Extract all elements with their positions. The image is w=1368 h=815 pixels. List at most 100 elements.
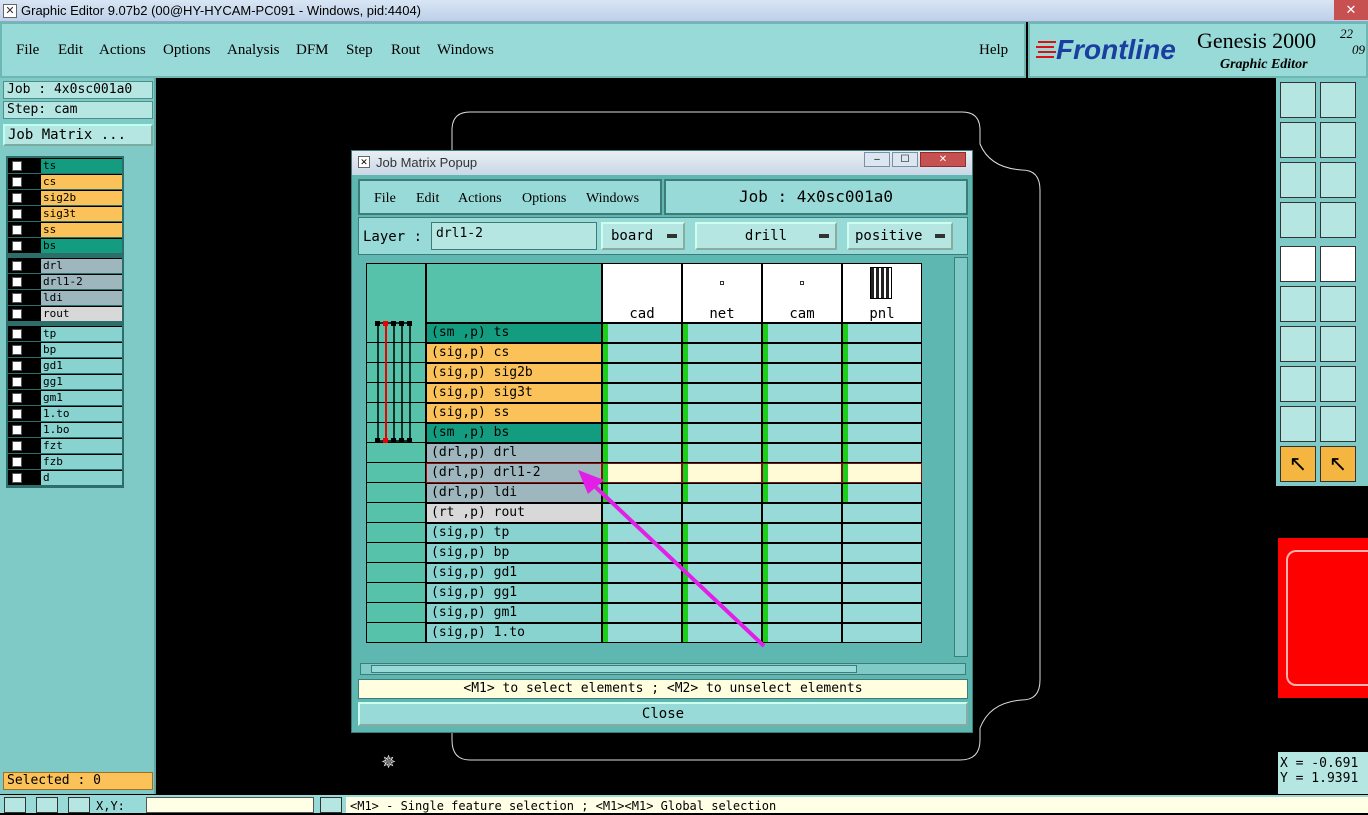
snap-tool-icon[interactable]: [1280, 366, 1316, 402]
layer-checkbox[interactable]: [12, 208, 22, 219]
layer-checkbox[interactable]: [12, 328, 22, 339]
matrix-cell[interactable]: [842, 423, 922, 443]
matrix-cell[interactable]: [842, 463, 922, 483]
layer-row-d[interactable]: d: [8, 470, 122, 486]
matrix-cell[interactable]: [762, 483, 842, 503]
layer-row-sig3t[interactable]: sig3t: [8, 206, 122, 222]
menu-step[interactable]: Step: [346, 42, 373, 59]
layer-row-bs[interactable]: bs: [8, 238, 122, 254]
column-header-cam[interactable]: cam: [762, 263, 842, 323]
matrix-cell[interactable]: [842, 323, 922, 343]
matrix-cell[interactable]: [842, 563, 922, 583]
layer-checkbox[interactable]: [12, 424, 22, 435]
matrix-cell[interactable]: [762, 583, 842, 603]
matrix-cell[interactable]: [602, 383, 682, 403]
status-tool3-icon[interactable]: [68, 797, 90, 813]
matrix-cell[interactable]: [762, 363, 842, 383]
xy-input[interactable]: [146, 797, 314, 813]
layer-name-input[interactable]: drl1-2: [431, 222, 597, 250]
layer-row-tp[interactable]: tp: [8, 326, 122, 342]
popup-menu-edit[interactable]: Edit: [416, 191, 439, 207]
select-pointer-alt-icon[interactable]: ↖: [1320, 446, 1356, 482]
layer-checkbox[interactable]: [12, 360, 22, 371]
zoom-center-icon[interactable]: [1320, 162, 1356, 198]
tool-down-icon[interactable]: [1320, 82, 1356, 118]
close-button[interactable]: Close: [358, 702, 968, 726]
status-tool1-icon[interactable]: [4, 797, 26, 813]
tool-right-icon[interactable]: [1320, 122, 1356, 158]
matrix-cell[interactable]: [682, 383, 762, 403]
column-header-net[interactable]: net: [682, 263, 762, 323]
matrix-cell[interactable]: [842, 583, 922, 603]
horizontal-scrollbar[interactable]: [360, 663, 966, 675]
matrix-cell[interactable]: [842, 503, 922, 523]
matrix-cell[interactable]: [842, 523, 922, 543]
layer-checkbox[interactable]: [12, 276, 22, 287]
popup-menu-windows[interactable]: Windows: [586, 191, 639, 207]
layer-checkbox[interactable]: [12, 408, 22, 419]
matrix-cell[interactable]: [762, 403, 842, 423]
job-matrix-button[interactable]: Job Matrix ...: [3, 124, 153, 146]
layer-checkbox[interactable]: [12, 260, 22, 271]
layer-checkbox[interactable]: [12, 344, 22, 355]
matrix-cell[interactable]: [602, 403, 682, 423]
row-label-2[interactable]: (sig,p) sig2b: [426, 363, 602, 383]
matrix-cell[interactable]: [842, 543, 922, 563]
row-label-6[interactable]: (drl,p) drl: [426, 443, 602, 463]
matrix-cell[interactable]: [602, 323, 682, 343]
matrix-cell[interactable]: [682, 363, 762, 383]
matrix-cell[interactable]: [842, 483, 922, 503]
matrix-cell[interactable]: [762, 463, 842, 483]
layer-row-gg1[interactable]: gg1: [8, 374, 122, 390]
vertical-scrollbar[interactable]: [954, 257, 968, 657]
settings-icon[interactable]: [1280, 202, 1316, 238]
matrix-cell[interactable]: [602, 363, 682, 383]
layer-row-ldi[interactable]: ldi: [8, 290, 122, 306]
line-tool-icon[interactable]: [1320, 326, 1356, 362]
layer-checkbox[interactable]: [12, 472, 22, 483]
layer-checkbox[interactable]: [12, 392, 22, 403]
layer-row-gm1[interactable]: gm1: [8, 390, 122, 406]
popup-menu-options[interactable]: Options: [522, 191, 566, 207]
layer-checkbox[interactable]: [12, 456, 22, 467]
layer-checkbox[interactable]: [12, 376, 22, 387]
matrix-cell[interactable]: [682, 323, 762, 343]
select-pointer-icon[interactable]: ↖: [1280, 446, 1316, 482]
window-close-button[interactable]: ✕: [1334, 0, 1368, 20]
layer-row-fzt[interactable]: fzt: [8, 438, 122, 454]
layer-checkbox[interactable]: [12, 224, 22, 235]
status-tool2-icon[interactable]: [36, 797, 58, 813]
layer-row-ss[interactable]: ss: [8, 222, 122, 238]
layer-row-bp[interactable]: bp: [8, 342, 122, 358]
popup-menu-file[interactable]: File: [374, 191, 396, 207]
layer-checkbox[interactable]: [12, 192, 22, 203]
menu-rout[interactable]: Rout: [391, 42, 420, 59]
layer-row-fzb[interactable]: fzb: [8, 454, 122, 470]
row-label-0[interactable]: (sm ,p) ts: [426, 323, 602, 343]
layer-row-1.to[interactable]: 1.to: [8, 406, 122, 422]
matrix-cell[interactable]: [842, 623, 922, 643]
layer-checkbox[interactable]: [12, 240, 22, 251]
matrix-cell[interactable]: [762, 343, 842, 363]
matrix-cell[interactable]: [682, 443, 762, 463]
matrix-cell[interactable]: [602, 423, 682, 443]
tool-left-icon[interactable]: [1280, 122, 1316, 158]
matrix-cell[interactable]: [842, 603, 922, 623]
matrix-cell[interactable]: [762, 443, 842, 463]
row-label-4[interactable]: (sig,p) ss: [426, 403, 602, 423]
polarity-dropdown[interactable]: positive: [847, 222, 953, 250]
grid-icon[interactable]: [1320, 202, 1356, 238]
menu-help[interactable]: Help: [979, 42, 1008, 59]
matrix-cell[interactable]: [842, 443, 922, 463]
menu-file[interactable]: File: [16, 42, 39, 59]
measure-tool-icon[interactable]: [1320, 366, 1356, 402]
layer-row-cs[interactable]: cs: [8, 174, 122, 190]
matrix-cell[interactable]: [682, 423, 762, 443]
matrix-cell[interactable]: [762, 323, 842, 343]
matrix-cell[interactable]: [842, 383, 922, 403]
layer-row-rout[interactable]: rout: [8, 306, 122, 322]
arrow-tool-icon[interactable]: [1320, 406, 1356, 442]
matrix-cell[interactable]: [762, 423, 842, 443]
matrix-cell[interactable]: [682, 343, 762, 363]
matrix-cell[interactable]: [762, 623, 842, 643]
